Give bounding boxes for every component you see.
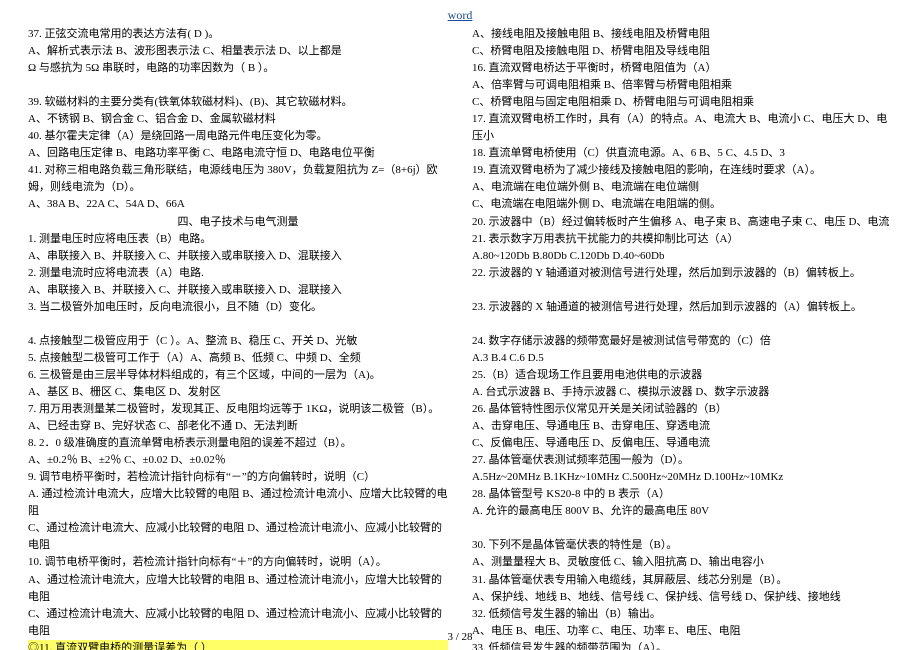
text-line: A. 允许的最高电压 800V B、允许的最高电压 80V — [472, 503, 892, 520]
text-line: C、桥臂电阻及接触电阻 D、桥臂电阻及导线电阻 — [472, 43, 892, 60]
text-line: 24. 数字存储示波器的频带宽最好是被测试信号带宽的（C）倍 — [472, 333, 892, 350]
text-line: 19. 直流双臂电桥为了减少接线及接触电阻的影响，在连线时要求（A）。 — [472, 162, 892, 179]
text-line: A、电流端在电位端外侧 B、电流端在电位端侧 — [472, 179, 892, 196]
text-line: 28. 晶体管型号 KS20-8 中的 B 表示（A） — [472, 486, 892, 503]
text-line: A、击穿电压、导通电压 B、击穿电压、穿透电流 — [472, 418, 892, 435]
text-line: A、接线电阻及接触电阻 B、接线电阻及桥臂电阻 — [472, 26, 892, 43]
text-line: 16. 直流双臂电桥达于平衡时，桥臂电阻值为（A） — [472, 60, 892, 77]
text-line: 25.（B）适合现场工作且要用电池供电的示波器 — [472, 367, 892, 384]
text-line: Ω 与感抗为 5Ω 串联时，电路的功率因数为（ B ）。 — [28, 60, 448, 77]
text-line: 27. 晶体管毫伏表测试频率范围一般为（D）。 — [472, 452, 892, 469]
text-line: A、保护线、地线 B、地线、信号线 C、保护线、信号线 D、保护线、接地线 — [472, 589, 892, 606]
text-line: A.3 B.4 C.6 D.5 — [472, 350, 892, 367]
text-line: 4. 点接触型二极管应用于（C ）。A、整流 B、稳压 C、开关 D、光敏 — [28, 333, 448, 350]
left-column: 37. 正弦交流电常用的表达方法有( D )。A、解析式表示法 B、波形图表示法… — [28, 26, 448, 630]
text-line — [472, 282, 892, 299]
text-line: C、电流端在电阻端外侧 D、电流端在电阻端的侧。 — [472, 196, 892, 213]
text-line: A、串联接入 B、并联接入 C、并联接入或串联接入 D、混联接入 — [28, 248, 448, 265]
text-line: 5. 点接触型二极管可工作于（A）A、高频 B、低频 C、中频 D、全频 — [28, 350, 448, 367]
text-line: 22. 示波器的 Y 轴通道对被测信号进行处理，然后加到示波器的（B）偏转板上。 — [472, 265, 892, 282]
text-line: 39. 软磁材料的主要分类有(铁氧体软磁材料)、(B)、其它软磁材料。 — [28, 94, 448, 111]
text-line — [28, 77, 448, 94]
text-line: 1. 测量电压时应将电压表（B）电路。 — [28, 231, 448, 248]
text-line: A、倍率臂与可调电阻相乘 B、倍率臂与桥臂电阻相乘 — [472, 77, 892, 94]
text-line: 30. 下列不是晶体管毫伏表的特性是（B）。 — [472, 537, 892, 554]
text-line — [472, 316, 892, 333]
text-line: A. 台式示波器 B、手持示波器 C、模拟示波器 D、数字示波器 — [472, 384, 892, 401]
text-line: C、反偏电压、导通电压 D、反偏电压、导通电流 — [472, 435, 892, 452]
text-line: 17. 直流双臂电桥工作时，具有（A）的特点。A、电流大 B、电流小 C、电压大… — [472, 111, 892, 145]
text-line: 37. 正弦交流电常用的表达方法有( D )。 — [28, 26, 448, 43]
text-line: 8. 2．0 级准确度的直流单臂电桥表示测量电阻的误差不超过（B）。 — [28, 435, 448, 452]
text-line: 10. 调节电桥平衡时，若检流计指针向标有“＋”的方向偏转时，说明（A）。 — [28, 554, 448, 571]
text-line: 18. 直流单臂电桥使用（C）供直流电源。A、6 B、5 C、4.5 D、3 — [472, 145, 892, 162]
text-line: A、38A B、22A C、54A D、66A — [28, 196, 448, 213]
text-line: 3. 当二极管外加电压时，反向电流很小，且不随（D）变化。 — [28, 299, 448, 316]
text-line: A.5Hz~20MHz B.1KHz~10MHz C.500Hz~20MHz D… — [472, 469, 892, 486]
header-link[interactable]: word — [448, 6, 473, 25]
text-line — [28, 316, 448, 333]
right-column: A、接线电阻及接触电阻 B、接线电阻及桥臂电阻C、桥臂电阻及接触电阻 D、桥臂电… — [472, 26, 892, 630]
text-line: 40. 基尔霍夫定律（A）是绕回路一周电路元件电压变化为零。 — [28, 128, 448, 145]
text-line: A.80~120Db B.80Db C.120Db D.40~60Db — [472, 248, 892, 265]
text-line: A、回路电压定律 B、电路功率平衡 C、电路电流守恒 D、电路电位平衡 — [28, 145, 448, 162]
text-line: A、不锈钢 B、钢合金 C、铝合金 D、金属软磁材料 — [28, 111, 448, 128]
text-line: 20. 示波器中（B）经过偏转板时产生偏移 A、电子束 B、高速电子束 C、电压… — [472, 214, 892, 231]
text-line: C、桥臂电阻与固定电阻相乘 D、桥臂电阻与可调电阻相乘 — [472, 94, 892, 111]
text-line: A、基区 B、栅区 C、集电区 D、发射区 — [28, 384, 448, 401]
text-line: 32. 低频信号发生器的输出（B）输出。 — [472, 606, 892, 623]
text-line: A、串联接入 B、并联接入 C、并联接入或串联接入 D、混联接入 — [28, 282, 448, 299]
text-line: 6. 三极管是由三层半导体材料组成的，有三个区域，中间的一层为（A)。 — [28, 367, 448, 384]
text-line: 21. 表示数字万用表抗干扰能力的共模抑制比可达（A） — [472, 231, 892, 248]
text-line: 7. 用万用表测量某二极管时，发现其正、反电阻均远等于 1KΩ，说明该二极管（B… — [28, 401, 448, 418]
page-footer: 3 / 28 — [0, 629, 920, 646]
section-title: 四、电子技术与电气测量 — [28, 214, 448, 231]
text-line — [472, 520, 892, 537]
text-line: C、通过检流计电流大、应减小比较臂的电阻 D、通过检流计电流小、应减小比较臂的电… — [28, 520, 448, 554]
text-line: 31. 晶体管毫伏表专用输入电缆线，其屏蔽层、线芯分别是（B）。 — [472, 572, 892, 589]
text-line: 23. 示波器的 X 轴通道的被测信号进行处理，然后加到示波器的（A）偏转板上。 — [472, 299, 892, 316]
text-line: A、解析式表示法 B、波形图表示法 C、相量表示法 D、以上都是 — [28, 43, 448, 60]
text-line: A、已经击穿 B、完好状态 C、部老化不通 D、无法判断 — [28, 418, 448, 435]
text-line: A、通过检流计电流大，应增大比较臂的电阻 B、通过检流计电流小，应增大比较臂的电… — [28, 572, 448, 606]
text-line: 41. 对称三相电路负载三角形联结，电源线电压为 380V，负载复阻抗为 Z=（… — [28, 162, 448, 196]
text-line: A. 通过检流计电流大，应增大比较臂的电阻 B、通过检流计电流小、应增大比较臂的… — [28, 486, 448, 520]
text-line: 2. 测量电流时应将电流表（A）电路. — [28, 265, 448, 282]
text-columns: 37. 正弦交流电常用的表达方法有( D )。A、解析式表示法 B、波形图表示法… — [28, 8, 892, 630]
text-line: 9. 调节电桥平衡时，若检流计指针向标有“－”的方向偏转时，说明（C） — [28, 469, 448, 486]
text-line: 26. 晶体管特性图示仪常见开关是关闭试验器的（B） — [472, 401, 892, 418]
text-line: A、±0.2％ B、±2％ C、±0.02 D、±0.02％ — [28, 452, 448, 469]
text-line: A、测量量程大 B、灵敏度低 C、输入阻抗高 D、输出电容小 — [472, 554, 892, 571]
